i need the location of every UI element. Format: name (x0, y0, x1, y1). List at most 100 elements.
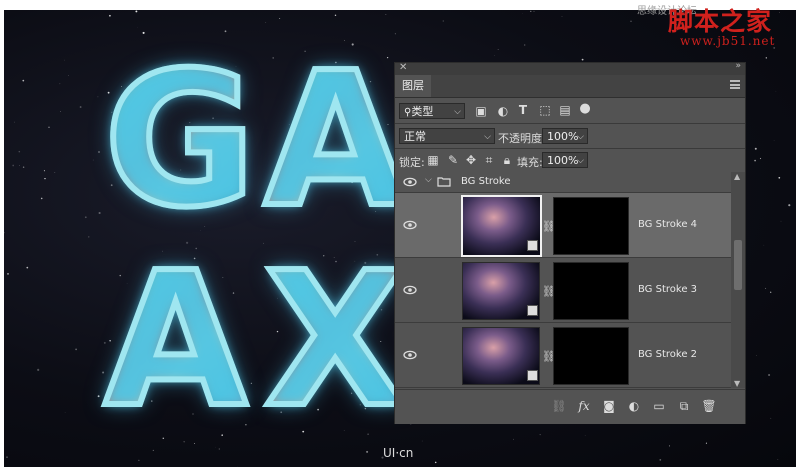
star (48, 126, 50, 128)
star (513, 438, 514, 440)
star (788, 204, 791, 207)
star (97, 96, 99, 98)
panel-footer: ⛓︎ fx ◙ ◐ ▭ ⧉ 🗑︎ (395, 389, 745, 424)
lock-pixels-icon[interactable]: ✎ (445, 153, 461, 167)
star (59, 83, 61, 85)
filter-kind-dropdown[interactable]: ⚲类型 ⌵ (399, 103, 465, 119)
star (109, 14, 111, 17)
visibility-eye-icon[interactable] (403, 177, 417, 187)
star (385, 13, 387, 15)
opacity-value: 100% (547, 130, 579, 143)
layer-mask-thumbnail[interactable] (553, 197, 629, 255)
smart-object-filter-icon[interactable]: ▤ (557, 103, 573, 117)
panel-menu-icon[interactable] (730, 80, 740, 89)
visibility-eye-icon[interactable] (403, 220, 417, 230)
star (64, 412, 66, 413)
letter-x: X (261, 232, 410, 448)
filter-row: ⚲类型 ⌵ ▣ ◐ T ⬚ ▤ ● (395, 99, 745, 123)
star (68, 75, 70, 77)
star (630, 20, 632, 22)
pixel-filter-icon[interactable]: ▣ (473, 104, 489, 118)
shape-filter-icon[interactable]: ⬚ (537, 103, 553, 117)
star (442, 20, 444, 22)
fill-field[interactable]: 100% ⌵ (542, 152, 588, 168)
star (773, 140, 775, 141)
layer-name: BG Stroke 3 (638, 284, 698, 295)
layer-group-row[interactable]: ⌵ BG Stroke (395, 172, 731, 193)
opacity-field[interactable]: 100% ⌵ (542, 128, 588, 144)
new-group-icon[interactable]: ▭ (650, 399, 668, 415)
star (756, 355, 757, 356)
layer-row[interactable]: ⛓︎ BG Stroke 4 (395, 193, 731, 258)
type-filter-icon[interactable]: T (515, 103, 531, 117)
star (79, 106, 82, 108)
letter-a-top: A (261, 32, 410, 248)
fill-label: 填充: (517, 156, 543, 169)
star (497, 48, 499, 51)
layers-panel: ✕ » 图层 ⚲类型 ⌵ ▣ ◐ T ⬚ ▤ ● 正常 ⌵ 不透明度: 100%… (394, 61, 746, 424)
lock-all-icon[interactable]: 🔒︎ (499, 153, 515, 168)
star (12, 164, 15, 167)
star (88, 236, 90, 238)
adjustment-filter-icon[interactable]: ◐ (495, 104, 511, 118)
chevron-down-icon: ⌵ (577, 156, 584, 166)
watermark-url: www.jb51.net (680, 34, 776, 48)
star (22, 166, 25, 168)
star (98, 211, 101, 215)
filter-toggle-icon[interactable]: ● (577, 101, 593, 116)
layer-mask-thumbnail[interactable] (553, 262, 629, 320)
star (37, 368, 40, 371)
visibility-eye-icon[interactable] (403, 350, 417, 360)
layer-name: BG Stroke 2 (638, 349, 698, 360)
link-layers-icon[interactable]: ⛓︎ (550, 399, 568, 415)
star (539, 434, 541, 436)
adjustment-layer-icon[interactable]: ◐ (625, 399, 643, 415)
scroll-thumb[interactable] (734, 240, 742, 291)
layers-list: ⌵ BG Stroke ⛓︎ BG Stroke 4 ⛓︎ BG Stroke … (395, 172, 731, 388)
panel-titlebar[interactable]: ✕ » (395, 61, 745, 75)
close-icon[interactable]: ✕ (399, 62, 407, 73)
smart-object-badge-icon (527, 240, 538, 251)
star (561, 16, 563, 18)
layer-row[interactable]: ⛓︎ BG Stroke 2 (395, 323, 731, 388)
tab-layers[interactable]: 图层 (395, 75, 431, 97)
blend-mode-dropdown[interactable]: 正常 ⌵ (399, 128, 495, 144)
star (18, 150, 21, 153)
star (97, 395, 100, 398)
lock-position-icon[interactable]: ✥ (463, 153, 479, 167)
trash-icon[interactable]: 🗑︎ (700, 399, 718, 415)
star (43, 170, 45, 172)
star (775, 90, 777, 92)
fx-icon[interactable]: fx (575, 399, 593, 415)
lock-transparency-icon[interactable]: ▦ (425, 153, 441, 167)
scroll-up-icon[interactable]: ▲ (734, 172, 740, 181)
fill-value: 100% (547, 154, 579, 167)
chevron-down-icon[interactable]: ⌵ (425, 175, 432, 185)
new-layer-icon[interactable]: ⧉ (675, 399, 693, 415)
star (366, 450, 369, 453)
chevron-down-icon: ⌵ (577, 132, 584, 142)
scroll-down-icon[interactable]: ▼ (734, 379, 740, 388)
opacity-label: 不透明度: (498, 132, 546, 145)
blend-mode-value: 正常 (404, 130, 426, 143)
layer-mask-thumbnail[interactable] (553, 327, 629, 385)
layer-row[interactable]: ⛓︎ BG Stroke 3 (395, 258, 731, 323)
lock-row: 锁定: ▦ ✎ ✥ ⌗ 🔒︎ 填充: 100% ⌵ (395, 149, 745, 171)
star (759, 157, 762, 160)
star (98, 151, 100, 153)
star (22, 79, 25, 82)
star (152, 449, 154, 451)
star (64, 59, 65, 61)
add-mask-icon[interactable]: ◙ (600, 399, 618, 415)
visibility-eye-icon[interactable] (403, 285, 417, 295)
collapse-icon[interactable]: » (735, 61, 740, 71)
star (279, 17, 281, 19)
star (778, 176, 781, 179)
lock-artboard-icon[interactable]: ⌗ (481, 153, 497, 168)
star (754, 147, 757, 150)
star (421, 440, 423, 442)
folder-icon (437, 177, 451, 187)
star (659, 459, 662, 461)
star (770, 417, 772, 419)
layers-scrollbar[interactable]: ▲ ▼ (731, 172, 745, 388)
